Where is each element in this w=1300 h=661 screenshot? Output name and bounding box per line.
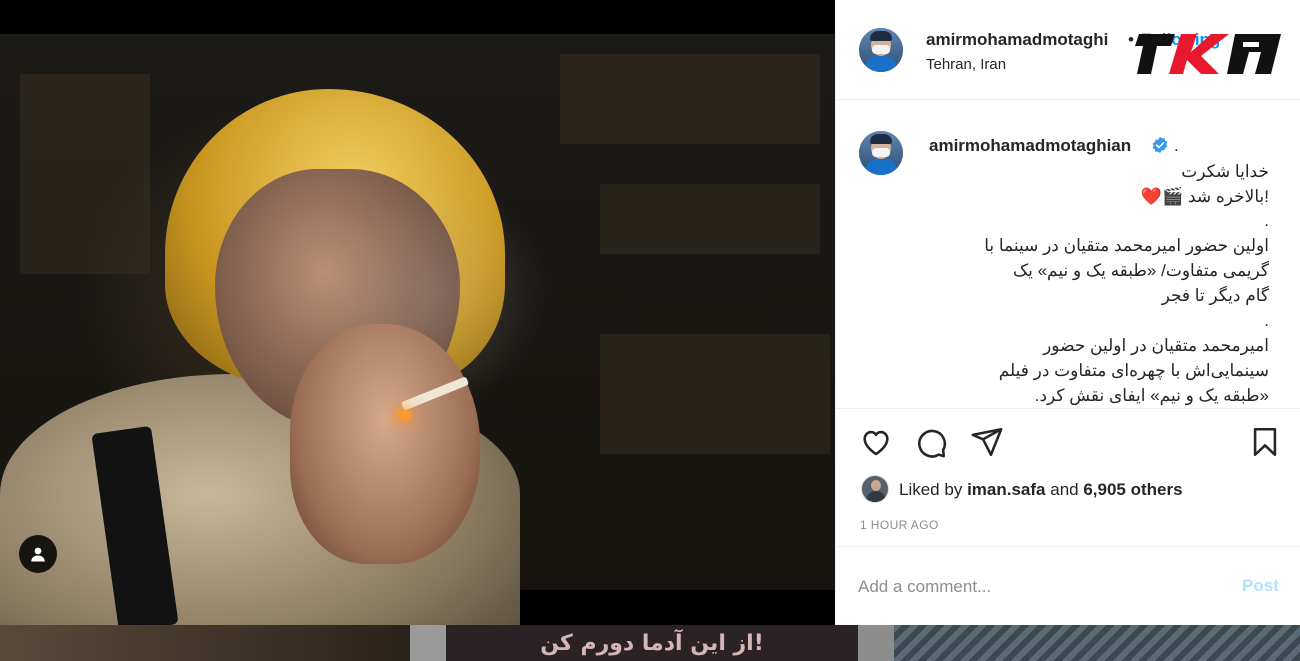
bookmark-icon[interactable] <box>1248 425 1282 459</box>
post-actions: Liked by iman.safa and 6,905 others 1 HO… <box>836 408 1300 544</box>
author-username[interactable]: amirmohamadmotaghi <box>926 30 1108 50</box>
author-avatar[interactable] <box>859 28 903 72</box>
post-location[interactable]: Tehran, Iran <box>926 56 1006 73</box>
related-post-text: !از این آدما دورم کن <box>540 630 764 656</box>
caption-line: گریمی متفاوت/ «طبقه یک و نیم» یک <box>1012 261 1269 280</box>
post-header: amirmohamadmotaghi • Following Tehran, I… <box>836 0 1300 100</box>
verified-badge-icon <box>1152 136 1168 154</box>
caption-username[interactable]: amirmohamadmotaghian <box>929 136 1131 156</box>
comment-icon[interactable] <box>914 425 948 459</box>
related-post-divider <box>410 625 446 661</box>
related-post-divider <box>858 625 894 661</box>
photo-scene <box>0 34 835 625</box>
post-photo[interactable] <box>0 0 835 625</box>
likes-prefix: Liked by <box>899 480 963 499</box>
likes-middle: and <box>1050 480 1079 499</box>
related-post-tile[interactable] <box>894 625 1300 661</box>
post-comment-button[interactable]: Post <box>1242 576 1279 596</box>
caption-line: . <box>1264 211 1269 230</box>
related-posts-strip: !از این آدما دورم کن <box>0 625 1300 661</box>
post-side-panel: amirmohamadmotaghi • Following Tehran, I… <box>835 0 1300 625</box>
caption-line: «طبقه یک و نیم» ایفای نقش کرد. <box>1034 386 1269 405</box>
caption-line: خدایا شکرت <box>1181 162 1269 181</box>
caption-line: . <box>1264 311 1269 330</box>
user-tag-icon[interactable] <box>19 535 57 573</box>
caption-author-avatar[interactable] <box>859 131 903 175</box>
likes-user[interactable]: iman.safa <box>967 480 1045 499</box>
post-timestamp[interactable]: 1 HOUR AGO <box>860 518 939 532</box>
comment-input[interactable] <box>858 574 1218 600</box>
caption-line: امیرمحمد متقیان در اولین حضور <box>1043 336 1269 355</box>
caption-line: اولین حضور امیرمحمد متقیان در سینما با <box>984 236 1269 255</box>
caption-line: گام دیگر تا فجر <box>1161 286 1269 305</box>
related-post-tile[interactable] <box>0 625 410 661</box>
watermark-logo <box>1135 34 1281 74</box>
caption-line: سینمایی‌اش با چهره‌ای متفاوت در فیلم <box>998 361 1269 380</box>
caption-line: !بالاخره شد 🎬❤️ <box>1140 187 1269 206</box>
related-post-tile[interactable]: !از این آدما دورم کن <box>446 625 858 661</box>
heart-icon[interactable] <box>859 425 893 459</box>
instagram-post-modal: !از این آدما دورم کن amirmohamadmotaghi … <box>0 0 1300 661</box>
add-comment-bar: Post <box>836 546 1300 625</box>
caption-area: amirmohamadmotaghian . خدایا شکرت !بالاخ… <box>836 101 1300 408</box>
liker-avatar[interactable] <box>861 475 889 503</box>
likes-summary[interactable]: Liked by iman.safa and 6,905 others <box>899 480 1183 500</box>
paper-plane-icon[interactable] <box>970 425 1004 459</box>
caption-username-tail: . <box>1174 136 1179 155</box>
likes-count[interactable]: 6,905 others <box>1083 480 1182 499</box>
